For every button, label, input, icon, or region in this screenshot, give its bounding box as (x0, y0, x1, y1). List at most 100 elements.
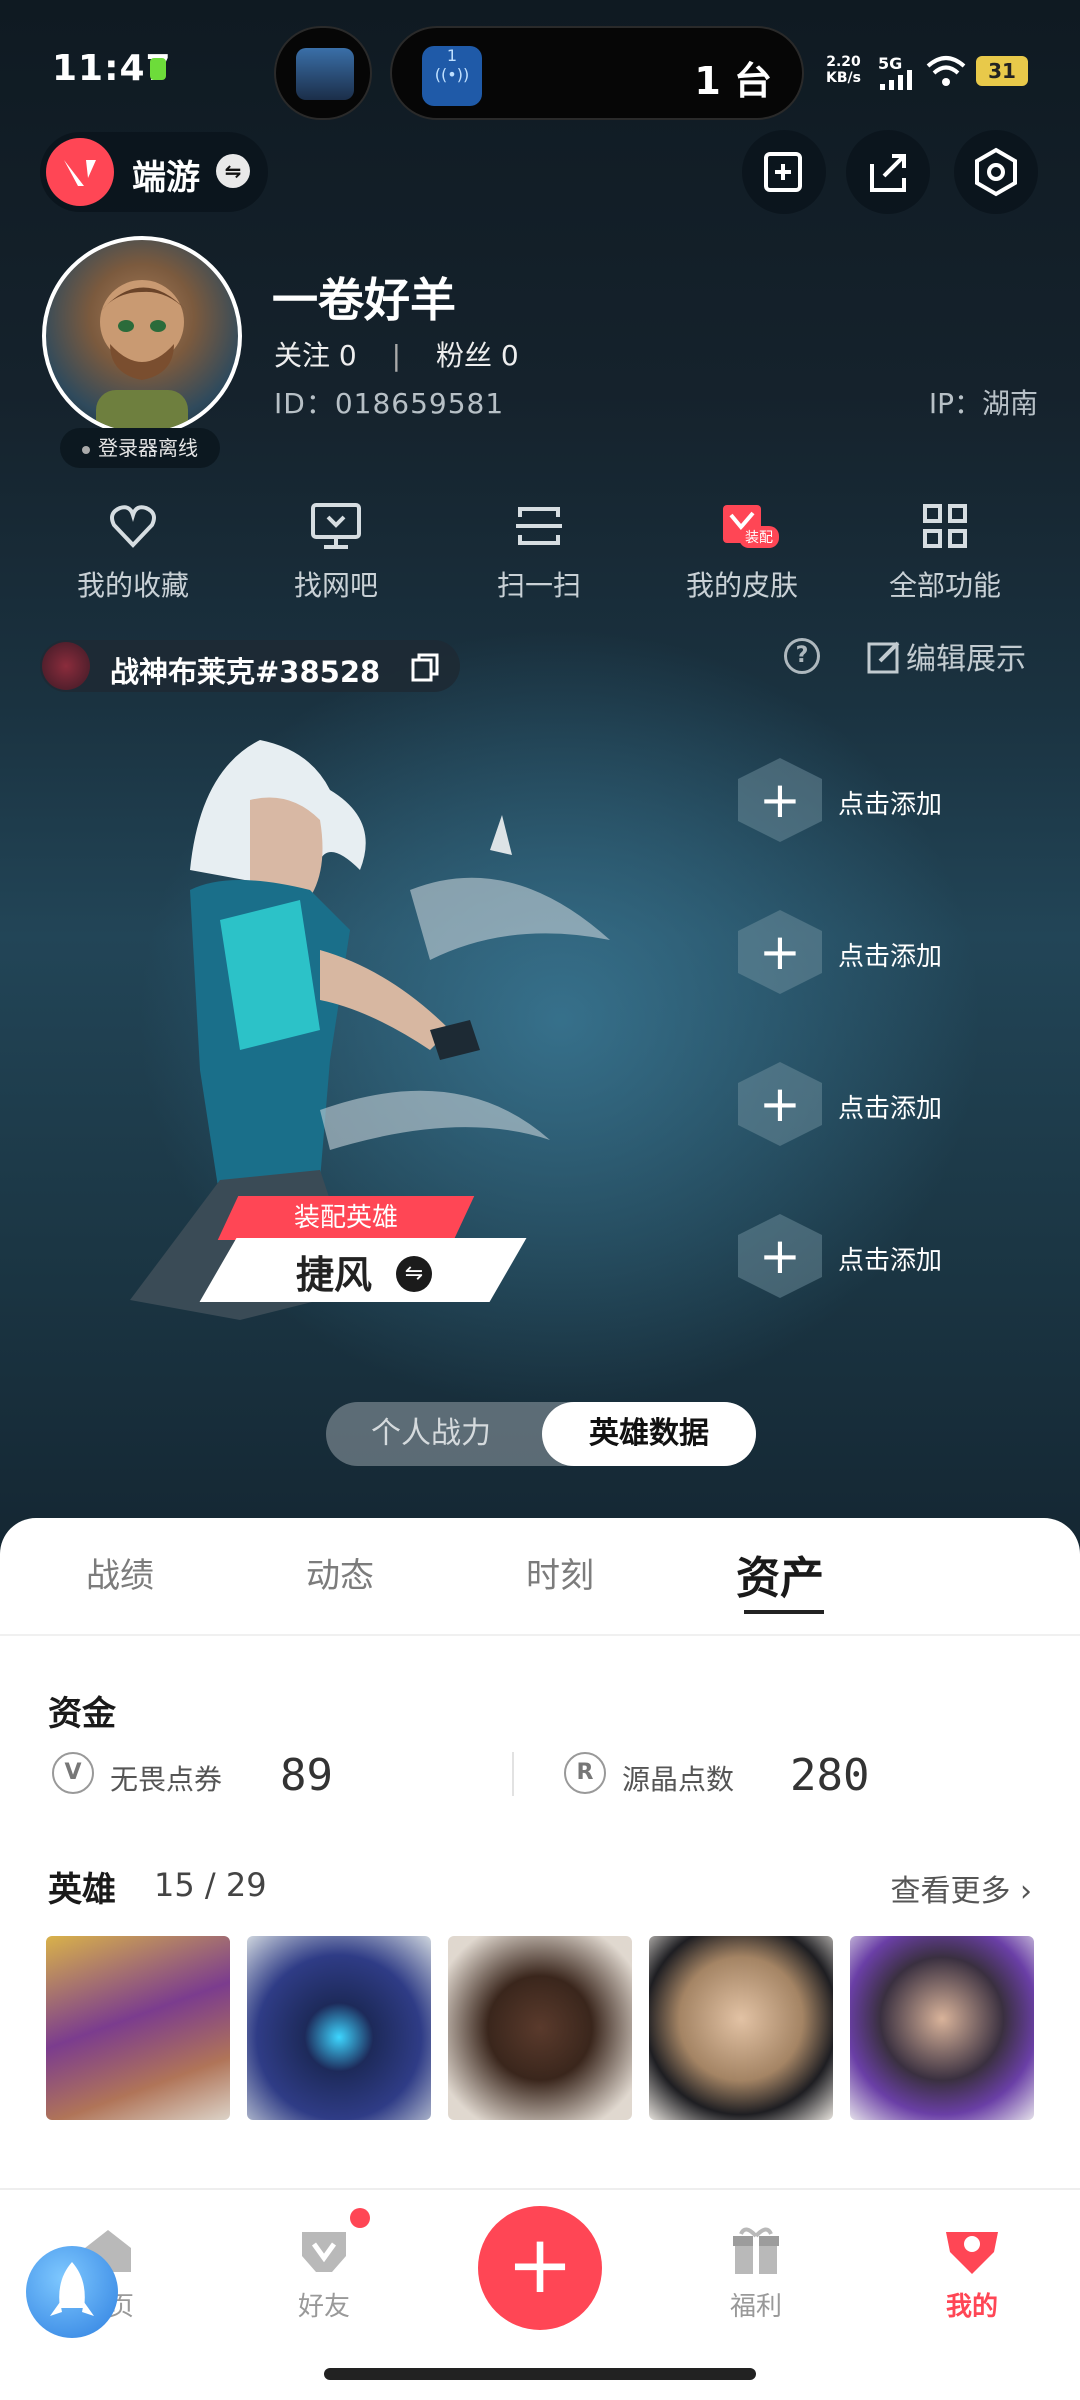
battery-indicator: 31 (976, 56, 1028, 86)
create-post-button[interactable]: + (478, 2206, 602, 2330)
riot-id-pill[interactable]: 战神布莱克#38528 (40, 640, 460, 692)
quick-all-functions[interactable]: 全部功能 (860, 496, 1030, 604)
currency-divider (512, 1752, 514, 1796)
media-thumbnail (296, 48, 354, 100)
launcher-status-badge: 登录器离线 (60, 428, 220, 468)
copy-icon[interactable] (410, 652, 440, 682)
hero-card[interactable] (850, 1936, 1034, 2120)
add-post-button[interactable] (742, 130, 826, 214)
slot-label: 点击添加 (838, 790, 943, 820)
game-label: 端游 (132, 158, 200, 198)
nav-friends[interactable]: 好友 (244, 2216, 404, 2323)
slot-label: 点击添加 (838, 1094, 943, 1124)
add-slot-2[interactable]: + 点击添加 (738, 892, 1038, 1012)
valorant-logo-icon (46, 138, 114, 206)
valorant-points-label: 无畏点券 (110, 1763, 223, 1796)
rocket-icon (50, 2262, 94, 2316)
quick-skins[interactable]: 装配 我的皮肤 (657, 496, 827, 604)
grid-icon (923, 504, 967, 548)
stats-toggle[interactable]: 个人战力 英雄数据 (326, 1402, 756, 1466)
user-id: ID：018659581 (274, 387, 505, 420)
friends-icon (302, 2232, 346, 2272)
net-speed: 2.20 KB/s (826, 54, 861, 86)
monitor-icon (311, 503, 361, 549)
view-more-link[interactable]: 查看更多 › (890, 1866, 1032, 1910)
hero-card[interactable] (649, 1936, 833, 2120)
plus-icon: + (738, 1214, 822, 1298)
heroes-title: 英雄 (48, 1870, 116, 1910)
tab-indicator (744, 1610, 824, 1614)
help-icon[interactable]: ? (784, 638, 820, 674)
settings-button[interactable] (954, 130, 1038, 214)
dynamic-island-media[interactable] (274, 26, 372, 120)
share-button[interactable] (846, 130, 930, 214)
edit-icon (867, 641, 900, 674)
stats-divider: | (391, 339, 402, 372)
user-name: 一卷好羊 (272, 273, 456, 327)
connection-count: 1 台 (694, 59, 772, 103)
add-slot-4[interactable]: + 点击添加 (738, 1196, 1038, 1316)
nav-mine[interactable]: 我的 (892, 2216, 1052, 2323)
ip-location: IP：湖南 (928, 387, 1038, 420)
edit-display-button[interactable]: 编辑展示 (866, 634, 1026, 678)
nav-label: 福利 (729, 2292, 782, 2322)
scan-icon (516, 507, 562, 545)
follow-stats: 关注 0 | 粉丝 0 (274, 334, 519, 374)
wifi-icon (926, 56, 966, 86)
toggle-personal-power[interactable]: 个人战力 (326, 1402, 536, 1466)
following-count[interactable]: 关注 0 (274, 339, 357, 372)
plus-icon: + (738, 758, 822, 842)
broadcast-icon: 1 ((•)) (422, 46, 482, 106)
game-avatar (42, 642, 90, 690)
toggle-hero-data[interactable]: 英雄数据 (542, 1402, 756, 1466)
quick-label: 我的皮肤 (685, 569, 798, 602)
heroes-count: 15 / 29 (154, 1866, 267, 1904)
slot-label: 点击添加 (838, 1246, 943, 1276)
nav-label: 好友 (297, 2292, 350, 2322)
profile-icon (946, 2232, 998, 2274)
quick-favorites[interactable]: 我的收藏 (48, 496, 218, 604)
rocket-boost-button[interactable] (26, 2246, 118, 2338)
tab-record[interactable]: 战绩 (86, 1548, 154, 1597)
valorant-points-value: 89 (280, 1750, 333, 1801)
quick-label: 我的收藏 (76, 569, 189, 602)
gift-icon (733, 2227, 779, 2274)
swap-icon: ⇋ (216, 154, 250, 188)
tab-divider (0, 1634, 1080, 1636)
app-notification-icon (150, 58, 166, 80)
friends-notification-dot (350, 2208, 370, 2228)
hero-card[interactable] (46, 1936, 230, 2120)
equipped-tag: 装配英雄 (217, 1196, 475, 1240)
plus-icon: + (738, 910, 822, 994)
game-switcher[interactable]: 端游 ⇋ (40, 132, 268, 212)
heart-icon (110, 505, 156, 548)
add-slot-3[interactable]: + 点击添加 (738, 1044, 1038, 1164)
hero-card[interactable] (448, 1936, 632, 2120)
valorant-points-icon: V (52, 1752, 94, 1794)
tab-moments[interactable]: 时刻 (526, 1548, 594, 1597)
plus-icon: + (738, 1062, 822, 1146)
status-dot (82, 445, 90, 454)
tab-assets[interactable]: 资产 (736, 1542, 824, 1606)
tab-feed[interactable]: 动态 (306, 1548, 374, 1597)
add-slot-1[interactable]: + 点击添加 (738, 740, 1038, 860)
fans-count[interactable]: 粉丝 0 (436, 339, 519, 372)
funds-title: 资金 (48, 1694, 116, 1734)
radianite-icon: R (564, 1752, 606, 1794)
nav-benefits[interactable]: 福利 (676, 2216, 836, 2323)
user-avatar[interactable] (42, 236, 242, 436)
swap-agent-icon[interactable]: ⇋ (396, 1256, 432, 1292)
dynamic-island-connection[interactable]: 1 ((•)) 1 台 (390, 26, 804, 120)
signal-icon (880, 70, 912, 90)
quick-label: 找网吧 (293, 569, 378, 602)
equipped-agent-name: 捷风 (296, 1253, 373, 1297)
home-indicator[interactable] (324, 2368, 756, 2380)
hero-card[interactable] (247, 1936, 431, 2120)
radianite-value: 280 (790, 1750, 870, 1801)
skin-badge: 装配 (739, 526, 779, 548)
quick-label: 全部功能 (888, 569, 1001, 602)
nav-label: 我的 (945, 2292, 998, 2322)
riot-id: 战神布莱克#38528 (110, 655, 381, 689)
quick-scan[interactable]: 扫一扫 (454, 496, 624, 604)
quick-find-cafe[interactable]: 找网吧 (251, 496, 421, 604)
